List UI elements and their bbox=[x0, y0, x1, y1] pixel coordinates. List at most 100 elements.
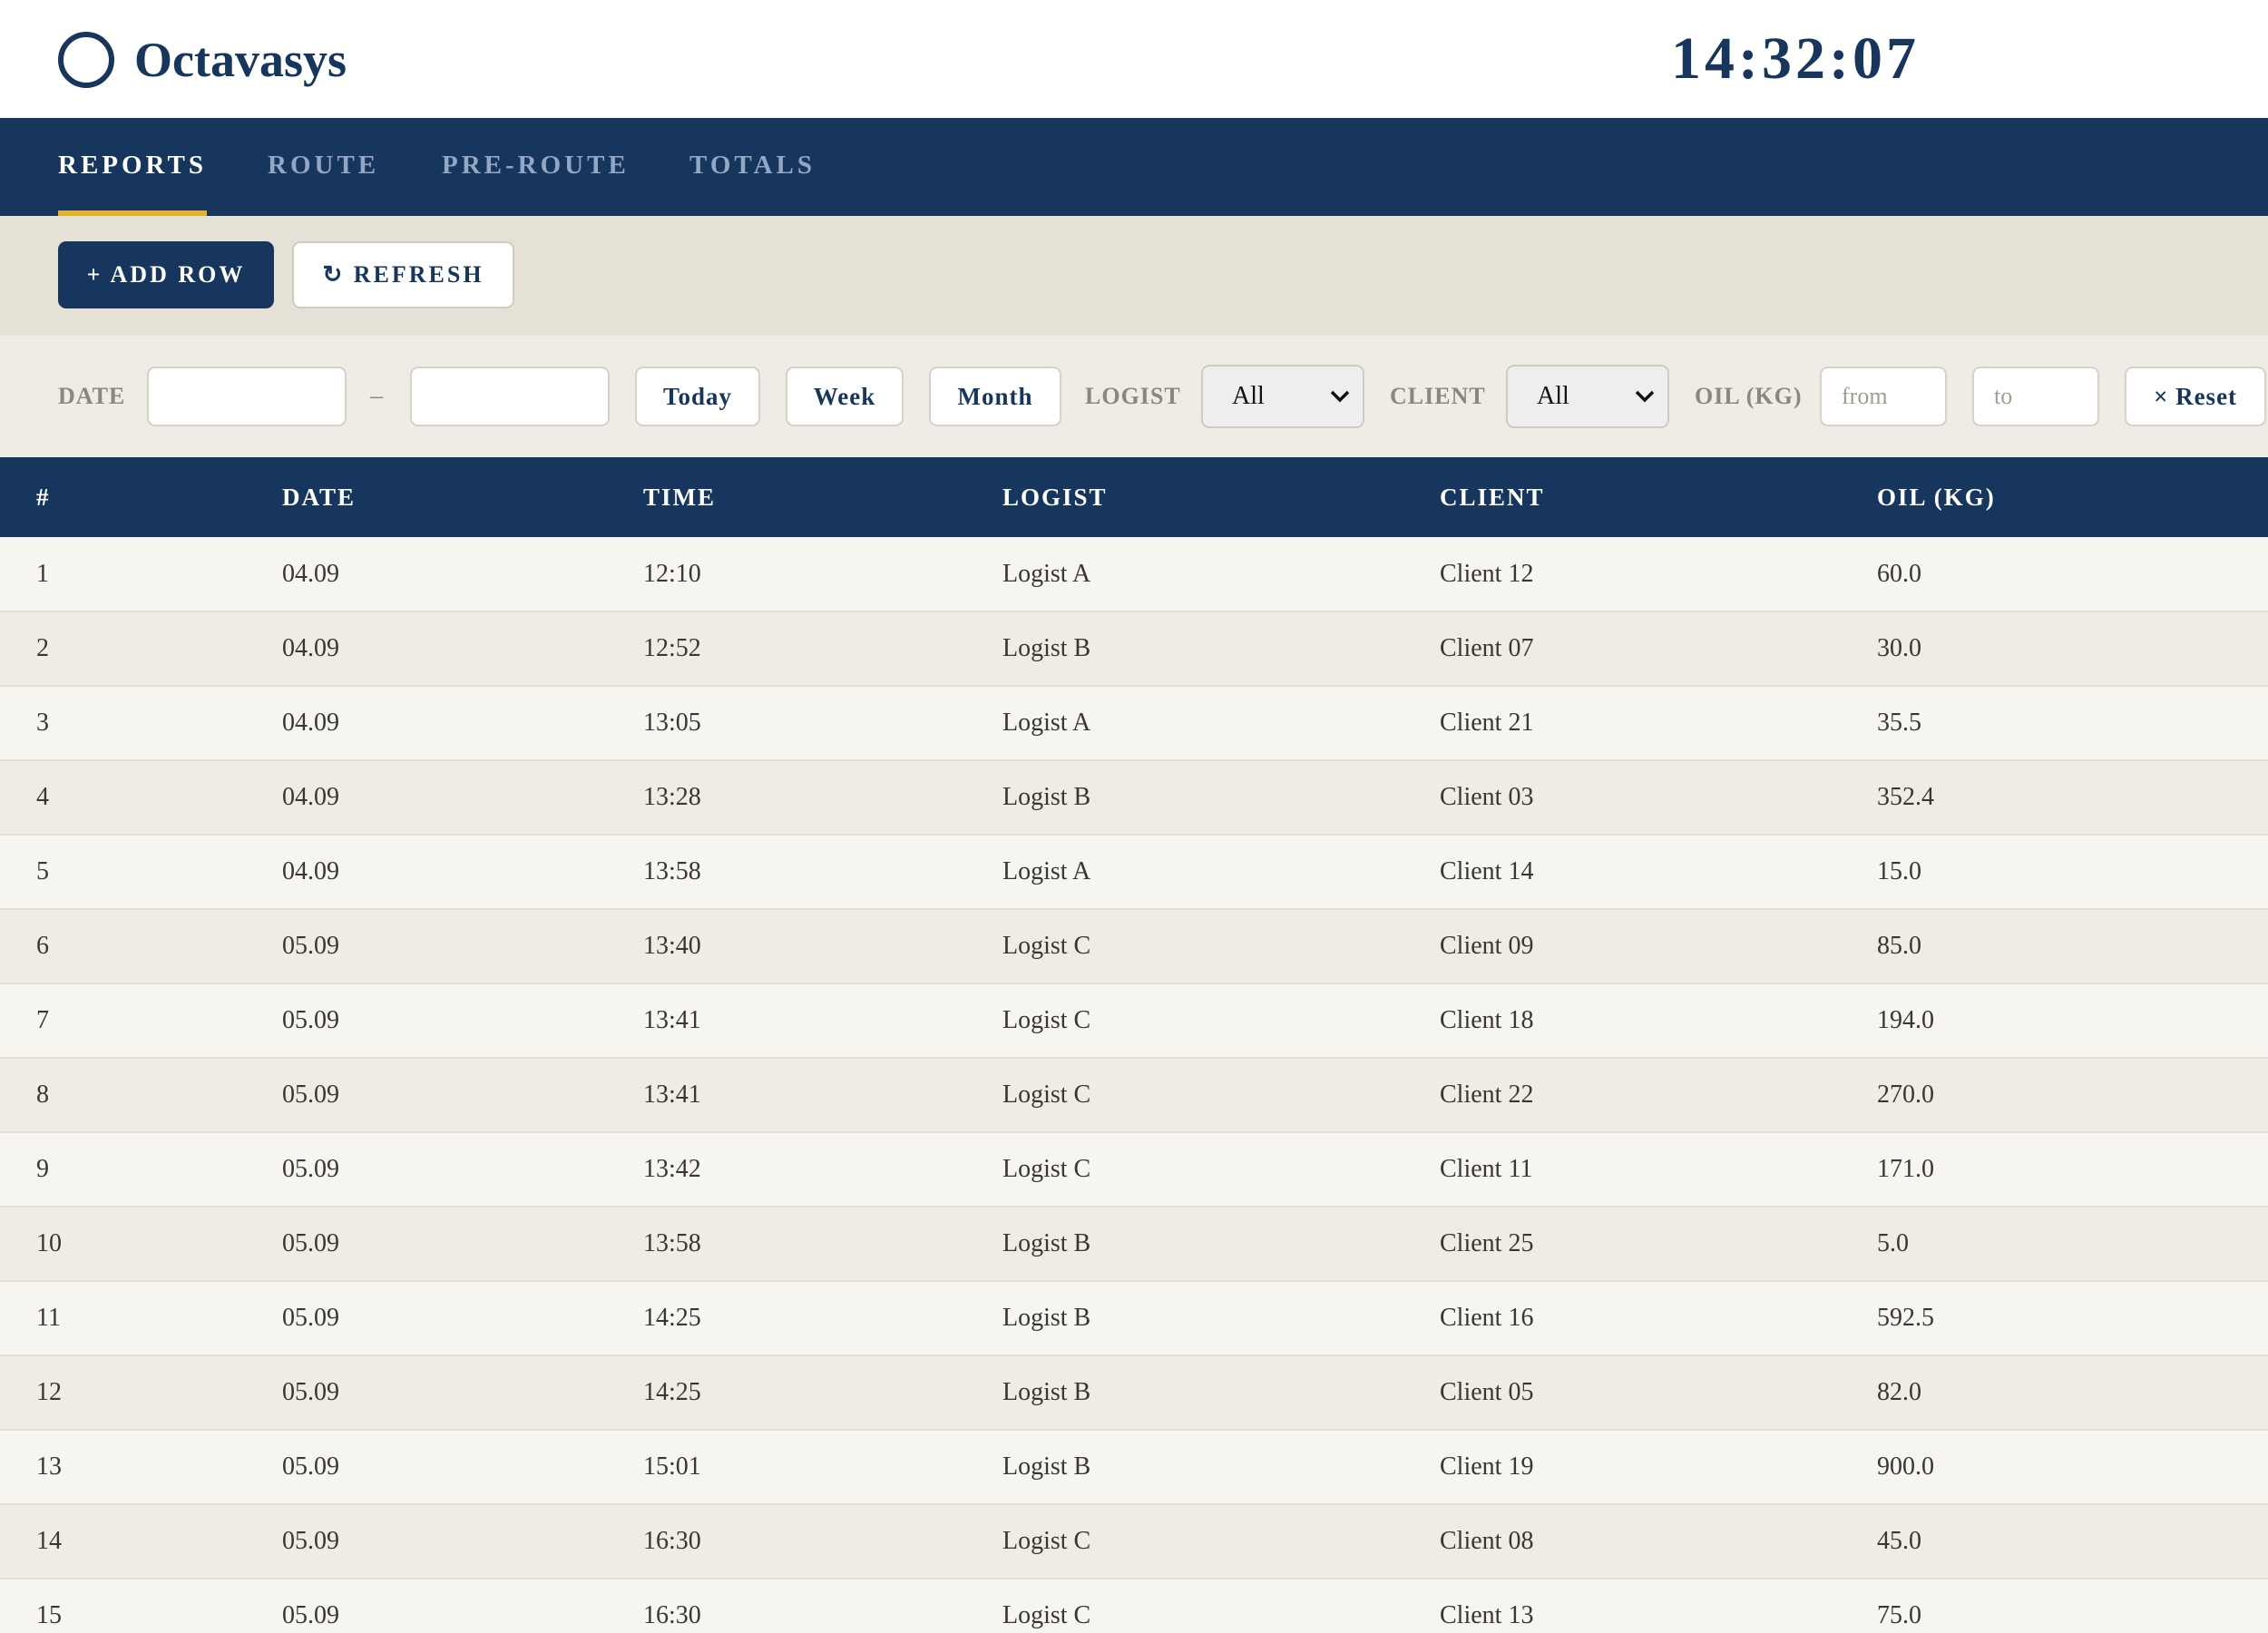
date-cell: 04.09 bbox=[282, 559, 339, 588]
logist-cell: Logist A bbox=[1002, 709, 1091, 737]
row-number-cell: 11 bbox=[36, 1304, 61, 1332]
oil-cell: 60.0 bbox=[1877, 559, 1921, 588]
row-number-cell: 1 bbox=[36, 559, 49, 588]
table-row[interactable]: 7 05.09 13:41 Logist C Client 18 194.0 bbox=[0, 983, 2268, 1058]
tab-pre-route[interactable]: PRE-ROUTE bbox=[442, 118, 630, 216]
filter-bar: DATE – Today Week Month LOGIST All CLIEN… bbox=[0, 336, 2268, 457]
column-header-time[interactable]: TIME bbox=[607, 457, 966, 537]
date-cell: 04.09 bbox=[282, 634, 339, 662]
month-button[interactable]: Month bbox=[929, 367, 1061, 426]
time-cell: 13:05 bbox=[643, 709, 701, 737]
logist-cell: Logist B bbox=[1002, 1229, 1091, 1257]
client-filter-label: CLIENT bbox=[1390, 383, 1486, 409]
logist-cell: Logist B bbox=[1002, 1378, 1091, 1406]
tab-route[interactable]: ROUTE bbox=[268, 118, 379, 216]
column-header-client[interactable]: CLIENT bbox=[1403, 457, 1841, 537]
table-row[interactable]: 8 05.09 13:41 Logist C Client 22 270.0 bbox=[0, 1058, 2268, 1132]
client-cell: Client 21 bbox=[1440, 709, 1534, 737]
row-number-cell: 12 bbox=[36, 1378, 62, 1406]
table-row[interactable]: 10 05.09 13:58 Logist B Client 25 5.0 bbox=[0, 1207, 2268, 1281]
table-row[interactable]: 4 04.09 13:28 Logist B Client 03 352.4 bbox=[0, 760, 2268, 835]
date-cell: 05.09 bbox=[282, 1378, 339, 1406]
table-row[interactable]: 6 05.09 13:40 Logist C Client 09 85.0 bbox=[0, 909, 2268, 983]
logist-cell: Logist B bbox=[1002, 634, 1091, 662]
oil-cell: 5.0 bbox=[1877, 1229, 1909, 1257]
table-row[interactable]: 15 05.09 16:30 Logist C Client 13 75.0 bbox=[0, 1579, 2268, 1633]
column-header-logist[interactable]: LOGIST bbox=[966, 457, 1403, 537]
logist-cell: Logist B bbox=[1002, 1452, 1091, 1481]
logist-cell: Logist B bbox=[1002, 783, 1091, 811]
logist-cell: Logist C bbox=[1002, 1006, 1091, 1034]
date-to-input[interactable] bbox=[410, 367, 610, 426]
table-row[interactable]: 13 05.09 15:01 Logist B Client 19 900.0 bbox=[0, 1430, 2268, 1504]
tab-totals[interactable]: TOTALS bbox=[689, 118, 816, 216]
oil-to-input[interactable] bbox=[1972, 367, 2099, 426]
table-row[interactable]: 1 04.09 12:10 Logist A Client 12 60.0 bbox=[0, 537, 2268, 611]
refresh-button[interactable]: ↻ REFRESH bbox=[292, 241, 514, 308]
date-from-input[interactable] bbox=[147, 367, 347, 426]
time-cell: 13:40 bbox=[643, 932, 701, 960]
row-number-cell: 7 bbox=[36, 1006, 49, 1034]
client-cell: Client 13 bbox=[1440, 1601, 1534, 1629]
today-button[interactable]: Today bbox=[635, 367, 760, 426]
table-row[interactable]: 2 04.09 12:52 Logist B Client 07 30.0 bbox=[0, 611, 2268, 686]
oil-cell: 592.5 bbox=[1877, 1304, 1934, 1332]
row-number-cell: 9 bbox=[36, 1155, 49, 1183]
table-row[interactable]: 5 04.09 13:58 Logist A Client 14 15.0 bbox=[0, 835, 2268, 909]
table-row[interactable]: 12 05.09 14:25 Logist B Client 05 82.0 bbox=[0, 1355, 2268, 1430]
client-cell: Client 03 bbox=[1440, 783, 1534, 811]
date-cell: 05.09 bbox=[282, 932, 339, 960]
time-cell: 13:58 bbox=[643, 857, 701, 885]
row-number-cell: 15 bbox=[36, 1601, 62, 1629]
date-range-separator: – bbox=[370, 382, 383, 410]
app-header: Octavasys 14:32:07 bbox=[0, 0, 2268, 118]
oil-cell: 30.0 bbox=[1877, 634, 1921, 662]
time-cell: 13:42 bbox=[643, 1155, 701, 1183]
column-header-oil[interactable]: OIL (KG) bbox=[1841, 457, 2268, 537]
client-cell: Client 11 bbox=[1440, 1155, 1533, 1183]
time-cell: 12:10 bbox=[643, 559, 701, 588]
oil-cell: 15.0 bbox=[1877, 857, 1921, 885]
client-cell: Client 22 bbox=[1440, 1081, 1534, 1109]
tab-reports[interactable]: REPORTS bbox=[58, 118, 207, 216]
date-cell: 05.09 bbox=[282, 1601, 339, 1629]
action-toolbar: + ADD ROW ↻ REFRESH bbox=[0, 216, 2268, 336]
time-cell: 13:28 bbox=[643, 783, 701, 811]
client-cell: Client 12 bbox=[1440, 559, 1534, 588]
table-row[interactable]: 14 05.09 16:30 Logist C Client 08 45.0 bbox=[0, 1504, 2268, 1579]
oil-cell: 171.0 bbox=[1877, 1155, 1934, 1183]
logist-select[interactable]: All bbox=[1201, 365, 1364, 428]
date-cell: 05.09 bbox=[282, 1304, 339, 1332]
logist-cell: Logist C bbox=[1002, 1601, 1091, 1629]
reset-button[interactable]: × Reset bbox=[2125, 367, 2266, 426]
main-nav: REPORTS ROUTE PRE-ROUTE TOTALS bbox=[0, 118, 2268, 216]
row-number-cell: 10 bbox=[36, 1229, 62, 1257]
logist-cell: Logist A bbox=[1002, 857, 1091, 885]
logist-select-value: All bbox=[1232, 382, 1265, 410]
logist-filter-label: LOGIST bbox=[1085, 383, 1181, 409]
date-cell: 05.09 bbox=[282, 1155, 339, 1183]
time-cell: 16:30 bbox=[643, 1527, 701, 1555]
table-row[interactable]: 9 05.09 13:42 Logist C Client 11 171.0 bbox=[0, 1132, 2268, 1207]
column-header-date[interactable]: DATE bbox=[246, 457, 607, 537]
table-row[interactable]: 11 05.09 14:25 Logist B Client 16 592.5 bbox=[0, 1281, 2268, 1355]
add-row-button[interactable]: + ADD ROW bbox=[58, 241, 274, 308]
client-select-value: All bbox=[1537, 382, 1569, 410]
time-cell: 12:52 bbox=[643, 634, 701, 662]
oil-cell: 194.0 bbox=[1877, 1006, 1934, 1034]
client-cell: Client 25 bbox=[1440, 1229, 1534, 1257]
week-button[interactable]: Week bbox=[786, 367, 904, 426]
date-cell: 05.09 bbox=[282, 1452, 339, 1481]
time-cell: 13:41 bbox=[643, 1006, 701, 1034]
brand-logo[interactable]: Octavasys bbox=[58, 32, 347, 88]
oil-from-input[interactable] bbox=[1820, 367, 1947, 426]
client-select[interactable]: All bbox=[1506, 365, 1669, 428]
row-number-cell: 4 bbox=[36, 783, 49, 811]
column-header-number[interactable]: # bbox=[0, 457, 246, 537]
client-cell: Client 14 bbox=[1440, 857, 1534, 885]
client-cell: Client 07 bbox=[1440, 634, 1534, 662]
logist-cell: Logist B bbox=[1002, 1304, 1091, 1332]
table-row[interactable]: 3 04.09 13:05 Logist A Client 21 35.5 bbox=[0, 686, 2268, 760]
logist-cell: Logist C bbox=[1002, 1081, 1091, 1109]
time-cell: 13:41 bbox=[643, 1081, 701, 1109]
